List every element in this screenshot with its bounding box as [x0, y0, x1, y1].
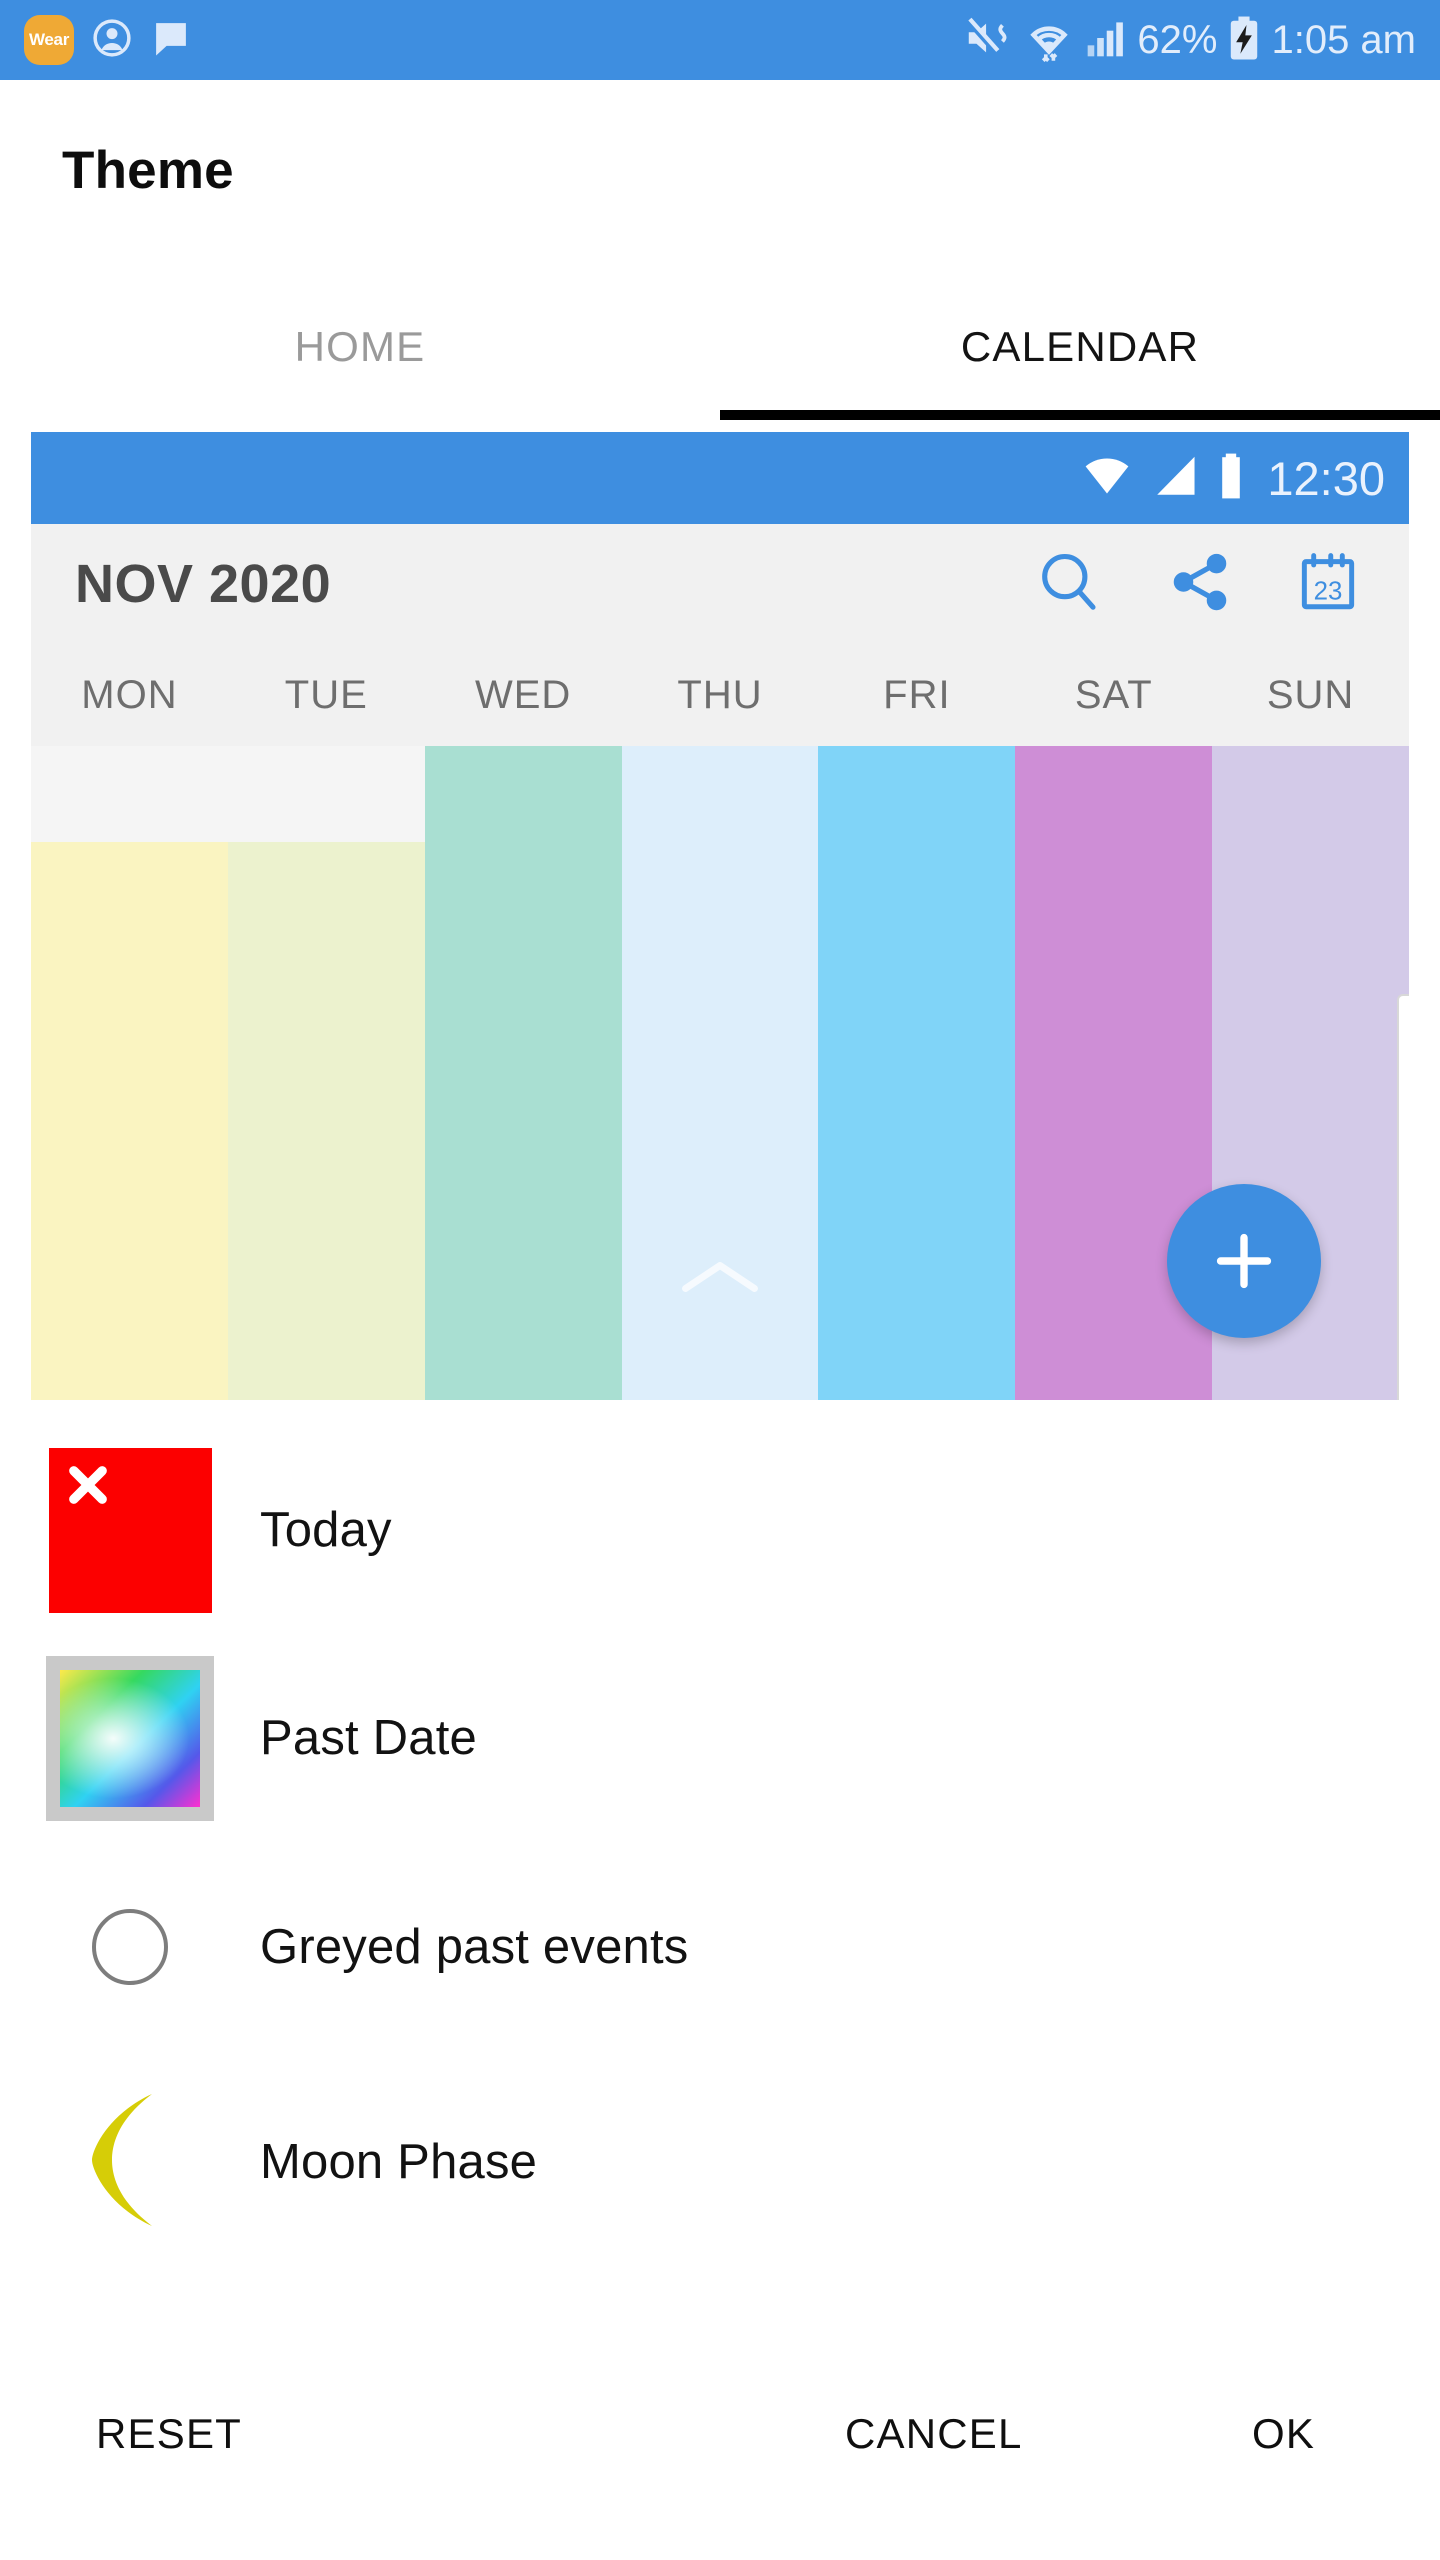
tab-calendar-label: CALENDAR	[960, 323, 1200, 370]
calendar-theme-preview[interactable]: 12:30 NOV 2020 23 MON TUE WED THU FRI SA…	[31, 432, 1409, 1400]
preview-scrollbar[interactable]	[1397, 994, 1409, 1400]
preview-battery-icon	[1217, 451, 1245, 506]
dialog-button-bar: RESET CANCEL OK	[0, 2370, 1440, 2500]
page-title: Theme	[62, 141, 234, 200]
status-bar-left-icons: Wear	[24, 15, 192, 65]
account-circle-icon	[90, 16, 134, 65]
option-label-greyed-past-events: Greyed past events	[260, 1920, 689, 1974]
weekday-fri: FRI	[883, 672, 951, 717]
weekday-sun: SUN	[1266, 672, 1355, 717]
moon-phase-control-slot	[0, 2090, 260, 2235]
preview-clock: 12:30	[1267, 451, 1385, 505]
reset-button[interactable]: RESET	[96, 2410, 242, 2458]
tab-home-label: HOME	[294, 323, 426, 370]
option-label-past-date: Past Date	[260, 1711, 477, 1765]
today-swatch-slot	[0, 1447, 260, 1613]
option-label-moon-phase: Moon Phase	[260, 2135, 538, 2189]
day-column-tue[interactable]	[227, 746, 425, 1400]
weekday-sat: SAT	[1074, 672, 1153, 717]
day-column-mon[interactable]	[31, 746, 228, 1400]
preview-action-icons: 23	[1033, 546, 1375, 623]
day-fill-wed	[424, 746, 622, 1400]
day-fill-tue	[227, 842, 425, 1400]
wifi-icon	[1023, 14, 1075, 67]
tab-home[interactable]: HOME	[0, 285, 720, 420]
option-label-today: Today	[260, 1503, 392, 1557]
preview-wifi-icon	[1079, 452, 1135, 505]
ok-button[interactable]: OK	[1252, 2410, 1315, 2458]
moon-icon[interactable]	[80, 2090, 180, 2235]
greyed-past-events-control-slot	[0, 1909, 260, 1985]
wear-badge-icon: Wear	[24, 15, 74, 65]
system-clock: 1:05 am	[1271, 18, 1416, 62]
svg-text:23: 23	[1314, 577, 1343, 605]
day-fill-fri	[818, 746, 1016, 1304]
preview-weekday-row: MON TUE WED THU FRI SAT SUN	[31, 644, 1409, 746]
day-column-fri[interactable]	[818, 746, 1016, 1400]
add-event-fab[interactable]	[1167, 1184, 1321, 1338]
day-column-wed[interactable]	[424, 746, 622, 1400]
weekday-tue: TUE	[284, 672, 368, 717]
preview-month-label: NOV 2020	[75, 554, 332, 614]
preview-status-bar: 12:30	[31, 432, 1409, 524]
past-date-color-picker-swatch[interactable]	[46, 1655, 214, 1821]
tab-bar: HOME CALENDAR	[0, 285, 1440, 420]
calendar-23-icon[interactable]: 23	[1295, 549, 1361, 620]
option-row-greyed-past-events[interactable]: Greyed past events	[0, 1872, 1440, 2022]
weekday-thu: THU	[677, 672, 763, 717]
system-status-bar: Wear 62% 1:05 am	[0, 0, 1440, 80]
preview-month-bar: NOV 2020 23	[31, 524, 1409, 644]
option-row-today[interactable]: Today	[0, 1440, 1440, 1620]
battery-charging-icon	[1227, 15, 1261, 66]
mute-vibrate-icon	[963, 13, 1013, 68]
day-column-thu[interactable]	[621, 746, 819, 1400]
today-color-swatch[interactable]	[48, 1447, 212, 1613]
status-bar-right-icons: 62% 1:05 am	[963, 13, 1416, 68]
cancel-button[interactable]: CANCEL	[845, 2410, 1023, 2458]
color-gradient	[60, 1669, 200, 1807]
preview-day-grid[interactable]	[31, 746, 1409, 1400]
day-fill-thu	[621, 746, 819, 1400]
battery-percent-label: 62%	[1137, 18, 1218, 62]
option-row-moon-phase[interactable]: Moon Phase	[0, 2072, 1440, 2252]
weekday-mon: MON	[81, 672, 178, 717]
preview-cellular-signal-icon	[1151, 452, 1201, 505]
option-row-past-date[interactable]: Past Date	[0, 1648, 1440, 1828]
share-icon[interactable]	[1167, 549, 1233, 620]
weekday-wed: WED	[474, 672, 572, 717]
search-icon[interactable]	[1033, 546, 1105, 623]
message-bubble-icon	[150, 17, 192, 64]
x-mark-icon	[68, 1465, 107, 1504]
tab-calendar[interactable]: CALENDAR	[720, 285, 1440, 420]
greyed-past-events-radio[interactable]	[92, 1909, 168, 1985]
cellular-signal-icon	[1085, 16, 1127, 65]
past-date-swatch-slot	[0, 1655, 260, 1821]
tab-active-indicator	[720, 410, 1440, 420]
day-fill-mon	[31, 842, 228, 1400]
